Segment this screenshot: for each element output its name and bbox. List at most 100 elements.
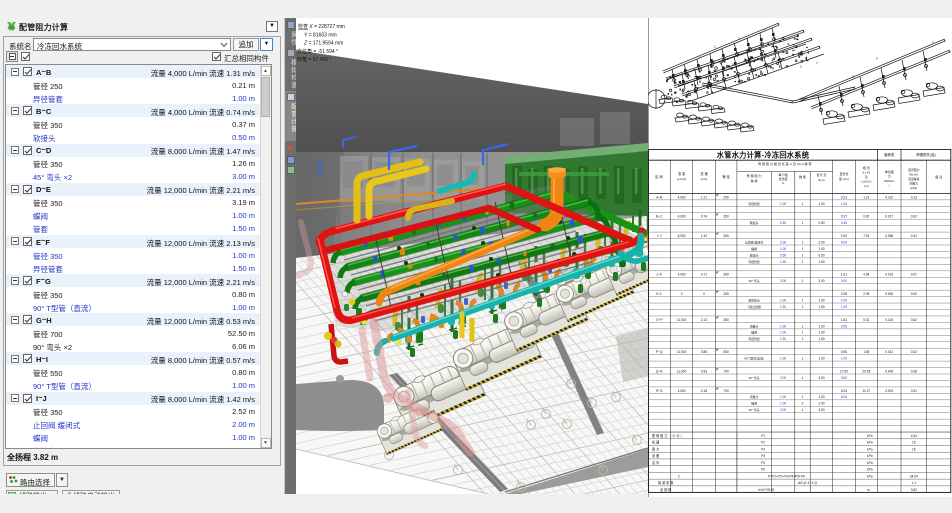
svg-text:3.50: 3.50 (841, 324, 847, 328)
svg-text:直管长: 直管长 (839, 171, 848, 176)
svg-text:kPa: kPa (867, 468, 873, 472)
svg-text:3.00: 3.00 (780, 376, 786, 380)
svg-text:3.00: 3.00 (818, 408, 824, 412)
svg-text:R~S: R~S (656, 389, 662, 393)
svg-text:J: J (786, 38, 788, 42)
svg-text:J~K: J~K (656, 273, 662, 277)
svg-text:软管接头: 软管接头 (748, 298, 760, 303)
svg-text:0.01: 0.01 (911, 389, 917, 393)
svg-text:0: 0 (681, 292, 683, 296)
svg-text:1: 1 (802, 241, 804, 245)
svg-text:止回阀 缓闭式: 止回阀 缓闭式 (745, 240, 763, 245)
svg-text:1.61: 1.61 (841, 273, 847, 277)
svg-text:90°T型管(直流): 90°T型管(直流) (744, 356, 764, 361)
svg-text:2.00: 2.00 (818, 402, 824, 406)
svg-text:1.00: 1.00 (818, 357, 824, 361)
svg-text:1.00: 1.00 (818, 324, 824, 328)
svg-text:流 速: 流 速 (700, 171, 708, 176)
svg-text:P~Q: P~Q (656, 350, 663, 354)
svg-text:1: 1 (802, 305, 804, 309)
svg-text:1.50: 1.50 (841, 305, 847, 309)
svg-text:0.004: 0.004 (885, 369, 893, 373)
svg-text:软接头: 软接头 (750, 252, 759, 257)
svg-text:P: P (876, 57, 879, 61)
svg-text:m: m (867, 488, 870, 492)
svg-text:2.00: 2.00 (780, 241, 786, 245)
svg-text:11,000: 11,000 (677, 369, 687, 373)
svg-text:P4: P4 (761, 454, 765, 458)
svg-text:1: 1 (802, 357, 804, 361)
svg-text:异径管套: 异径管套 (748, 336, 760, 341)
svg-text:G: G (760, 53, 763, 57)
svg-text:1: 1 (802, 247, 804, 251)
svg-text:550: 550 (723, 350, 729, 354)
svg-text:11.27: 11.27 (862, 389, 870, 393)
svg-text:合计 及: 合计 及 (816, 172, 826, 177)
svg-text:仰角 = 57.456 °: 仰角 = 57.456 ° (297, 56, 331, 63)
svg-text:的阻力: 的阻力 (910, 182, 919, 186)
svg-text:15: 15 (912, 441, 916, 445)
svg-text:(m): (m) (864, 184, 868, 188)
svg-text:4,000: 4,000 (678, 273, 686, 277)
svg-text:1.00: 1.00 (780, 299, 786, 303)
svg-text:15: 15 (912, 447, 916, 451)
svg-text:区间阻力: 区间阻力 (908, 168, 919, 172)
svg-text:0: 0 (703, 292, 705, 296)
svg-text:0.001: 0.001 (885, 389, 893, 393)
svg-text:kPa: kPa (867, 454, 873, 458)
svg-text:流量计: 流量计 (750, 323, 759, 328)
svg-text:1.21: 1.21 (701, 195, 707, 199)
svg-text:Y型过滤器: Y型过滤器 (747, 304, 761, 309)
svg-text:2.00: 2.00 (841, 299, 847, 303)
svg-text:2.00: 2.00 (818, 241, 824, 245)
svg-text:4,000: 4,000 (678, 215, 686, 219)
svg-text:kPa: kPa (867, 434, 873, 438)
svg-text:kPa: kPa (867, 441, 873, 445)
svg-text:250: 250 (723, 195, 729, 199)
svg-text:M: M (698, 55, 701, 59)
svg-text:0.110: 0.110 (885, 195, 893, 199)
svg-text:异径管套: 异径管套 (748, 201, 760, 206)
svg-text:相 当: 相 当 (863, 165, 870, 170)
svg-text:P3: P3 (761, 447, 765, 451)
svg-text:P=P1+P2+P3+P4+P5+P6: P=P1+P2+P3+P4+P5+P6 (768, 474, 805, 478)
svg-text:备 注: 备 注 (935, 174, 942, 179)
svg-text:度 L(m): 度 L(m) (839, 176, 849, 181)
svg-text:5.24: 5.24 (841, 389, 847, 393)
svg-text:kPa: kPa (867, 474, 873, 478)
svg-text:0.017: 0.017 (885, 215, 893, 219)
svg-text:kPa: kPa (867, 447, 873, 451)
svg-text:1.50: 1.50 (818, 305, 824, 309)
svg-text:Σ: Σ (678, 474, 680, 478)
svg-text:1.50: 1.50 (818, 260, 824, 264)
svg-text:蝶阀: 蝶阀 (751, 246, 757, 251)
svg-text:0.50: 0.50 (780, 253, 786, 257)
svg-text:R(L+K): R(L+K) (909, 173, 918, 177)
svg-text:1.21: 1.21 (863, 195, 869, 199)
svg-text:11,000: 11,000 (677, 318, 687, 322)
svg-text:0.13: 0.13 (911, 195, 917, 199)
svg-text:1: 1 (802, 260, 804, 264)
svg-text:6.00: 6.00 (841, 395, 847, 399)
svg-text:17.50: 17.50 (840, 369, 848, 373)
svg-text:2: 2 (802, 402, 804, 406)
svg-text:1: 1 (802, 331, 804, 335)
svg-text:(m/s): (m/s) (701, 177, 708, 181)
svg-text:1.00: 1.00 (780, 402, 786, 406)
svg-text:1: 1 (802, 279, 804, 283)
svg-text:软接头: 软接头 (750, 220, 759, 225)
svg-text:3.00: 3.00 (780, 279, 786, 283)
svg-text:0.53: 0.53 (701, 369, 707, 373)
svg-text:O~P: O~P (656, 318, 662, 322)
svg-text:4.04: 4.04 (911, 434, 917, 438)
svg-text:1.42: 1.42 (701, 234, 707, 238)
svg-text:管 径: 管 径 (722, 174, 730, 179)
svg-text:250: 250 (723, 292, 729, 296)
svg-text:0.18: 0.18 (701, 389, 707, 393)
svg-text:0.02: 0.02 (911, 350, 917, 354)
svg-text:m: m (782, 181, 785, 185)
svg-text:P2: P2 (761, 441, 765, 445)
svg-text:I: I (806, 55, 807, 59)
svg-text:3.00: 3.00 (818, 376, 824, 380)
svg-text:1: 1 (802, 299, 804, 303)
